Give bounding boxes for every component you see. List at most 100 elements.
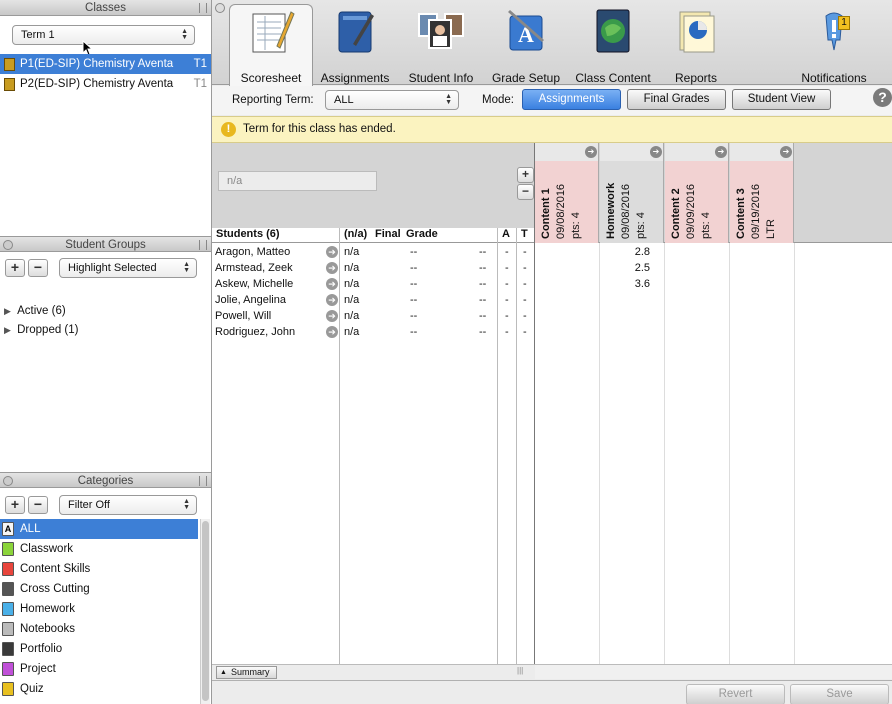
- filter-select[interactable]: Filter Off ▲ ▼: [59, 495, 197, 515]
- category-item[interactable]: Quiz: [0, 679, 198, 699]
- toolbar-grade-setup[interactable]: A Grade Setup: [488, 6, 564, 85]
- toolbar-scoresheet[interactable]: Scoresheet: [234, 6, 308, 85]
- toolbar-student-info[interactable]: Student Info: [402, 6, 480, 85]
- toolbar-label: Student Info: [408, 71, 474, 85]
- table-row[interactable]: Powell, Will ➔ n/a -- -- - -: [212, 308, 535, 324]
- categories-panel-header[interactable]: Categories: [0, 472, 211, 488]
- save-button[interactable]: Save: [790, 684, 889, 704]
- student-groups-panel-header[interactable]: Student Groups: [0, 236, 211, 252]
- assignment-arrow-icon[interactable]: ➔: [585, 146, 597, 158]
- disclosure-triangle-icon[interactable]: ▶: [4, 325, 11, 335]
- mode-student-view-button[interactable]: Student View: [732, 89, 831, 110]
- group-item[interactable]: ▶ Dropped (1): [4, 322, 79, 338]
- score-cell[interactable]: 2.8: [600, 244, 650, 260]
- zoom-in-button[interactable]: +: [517, 167, 534, 183]
- category-item[interactable]: Project: [0, 659, 198, 679]
- assignment-column[interactable]: ➔ Content 3 09/19/2016 LTR: [730, 143, 794, 243]
- toolbar-assignments[interactable]: Assignments: [316, 6, 394, 85]
- summary-toggle[interactable]: ▲ Summary: [216, 666, 277, 679]
- score-cell[interactable]: 2.5: [600, 260, 650, 276]
- table-row[interactable]: Rodriguez, John ➔ n/a -- -- - -: [212, 324, 535, 340]
- collapse-icon[interactable]: [3, 476, 13, 486]
- category-item[interactable]: Portfolio: [0, 639, 198, 659]
- mode-final-grades-button[interactable]: Final Grades: [627, 89, 726, 110]
- table-row[interactable]: Armstead, Zeek ➔ n/a -- -- - -: [212, 260, 535, 276]
- assignment-date: 09/08/2016: [555, 183, 567, 239]
- assignment-arrow-icon[interactable]: ➔: [715, 146, 727, 158]
- scrollbar-thumb[interactable]: [202, 521, 209, 701]
- class-book-icon: [4, 78, 15, 91]
- table-row[interactable]: Jolie, Angelina ➔ n/a -- -- - -: [212, 292, 535, 308]
- final-cell: --: [410, 262, 418, 274]
- term-cell: n/a: [344, 246, 360, 258]
- assignment-area: ➔ Content 1 09/08/2016 pts: 4 ➔ Homework…: [535, 143, 892, 664]
- add-group-button[interactable]: +: [5, 259, 25, 277]
- assignment-column[interactable]: ➔ Homework 09/08/2016 pts: 4: [600, 143, 664, 243]
- grid-search-field[interactable]: n/a: [218, 171, 377, 191]
- a-header[interactable]: A: [502, 228, 510, 240]
- toolbar-class-content[interactable]: Class Content: [572, 6, 654, 85]
- student-arrow-icon[interactable]: ➔: [326, 246, 338, 258]
- category-item[interactable]: A ALL: [0, 519, 198, 539]
- toolbar-label: Class Content: [575, 71, 651, 85]
- category-project-icon: [2, 662, 14, 676]
- category-item[interactable]: Classwork: [0, 539, 198, 559]
- classes-panel-header[interactable]: Classes: [0, 0, 211, 16]
- assignment-column[interactable]: ➔ Content 2 09/09/2016 pts: 4: [665, 143, 729, 243]
- t-header[interactable]: T: [521, 228, 528, 240]
- highlight-select[interactable]: Highlight Selected ▲ ▼: [59, 258, 197, 278]
- panel-grip-icon[interactable]: [199, 240, 207, 250]
- category-item[interactable]: Notebooks: [0, 619, 198, 639]
- final-header[interactable]: Final: [375, 228, 401, 240]
- table-row[interactable]: Askew, Michelle ➔ n/a -- -- - -: [212, 276, 535, 292]
- student-arrow-icon[interactable]: ➔: [326, 310, 338, 322]
- category-label: Quiz: [20, 683, 44, 695]
- score-cell[interactable]: 3.6: [600, 276, 650, 292]
- assignment-arrow-icon[interactable]: ➔: [650, 146, 662, 158]
- remove-category-button[interactable]: −: [28, 496, 48, 514]
- disclosure-triangle-icon[interactable]: ▶: [4, 306, 11, 316]
- table-row[interactable]: Aragon, Matteo ➔ n/a -- -- - -: [212, 244, 535, 260]
- grade-header[interactable]: Grade: [406, 228, 438, 240]
- category-item[interactable]: Content Skills: [0, 559, 198, 579]
- student-arrow-icon[interactable]: ➔: [326, 294, 338, 306]
- category-item[interactable]: Homework: [0, 599, 198, 619]
- term-select[interactable]: Term 1 ▲ ▼: [12, 25, 195, 45]
- panel-grip-icon[interactable]: [199, 3, 207, 13]
- class-row[interactable]: P2(ED-SIP) Chemistry Aventa T1: [0, 74, 211, 94]
- student-arrow-icon[interactable]: ➔: [326, 262, 338, 274]
- category-classwork-icon: [2, 542, 14, 556]
- scoresheet-icon: [252, 11, 295, 53]
- group-label: Dropped (1): [17, 324, 79, 336]
- help-icon[interactable]: ?: [873, 88, 892, 107]
- mode-assignments-button[interactable]: Assignments: [522, 89, 621, 110]
- search-placeholder: n/a: [227, 175, 243, 187]
- final-cell: --: [410, 326, 418, 338]
- students-header[interactable]: Students (6): [216, 228, 280, 240]
- zoom-out-button[interactable]: −: [517, 184, 534, 200]
- class-row[interactable]: P1(ED-SIP) Chemistry Aventa T1: [0, 54, 211, 74]
- resize-grip-icon[interactable]: |||: [517, 666, 523, 675]
- group-item[interactable]: ▶ Active (6): [4, 303, 66, 319]
- category-item[interactable]: Cross Cutting: [0, 579, 198, 599]
- assignment-column[interactable]: ➔ Content 1 09/08/2016 pts: 4: [535, 143, 599, 243]
- toolbar-notifications[interactable]: Notifications 1: [794, 6, 874, 85]
- reporting-term-select[interactable]: ALL ▲ ▼: [325, 90, 459, 110]
- category-scrollbar[interactable]: [200, 519, 210, 704]
- toolbar: Scoresheet Assignments Student Info A Gr…: [212, 0, 892, 86]
- toolbar-label: Notifications: [801, 71, 867, 85]
- classes-title: Classes: [85, 2, 126, 14]
- select-arrows-icon: ▲ ▼: [183, 261, 190, 274]
- remove-group-button[interactable]: −: [28, 259, 48, 277]
- toolbar-collapse-icon[interactable]: [215, 3, 225, 13]
- student-arrow-icon[interactable]: ➔: [326, 278, 338, 290]
- revert-button[interactable]: Revert: [686, 684, 785, 704]
- collapse-icon[interactable]: [3, 240, 13, 250]
- add-category-button[interactable]: +: [5, 496, 25, 514]
- assignment-arrow-icon[interactable]: ➔: [780, 146, 792, 158]
- assignment-name: Content 2: [670, 188, 682, 239]
- toolbar-reports[interactable]: Reports: [662, 6, 730, 85]
- student-arrow-icon[interactable]: ➔: [326, 326, 338, 338]
- category-cross-cutting-icon: [2, 582, 14, 596]
- panel-grip-icon[interactable]: [199, 476, 207, 486]
